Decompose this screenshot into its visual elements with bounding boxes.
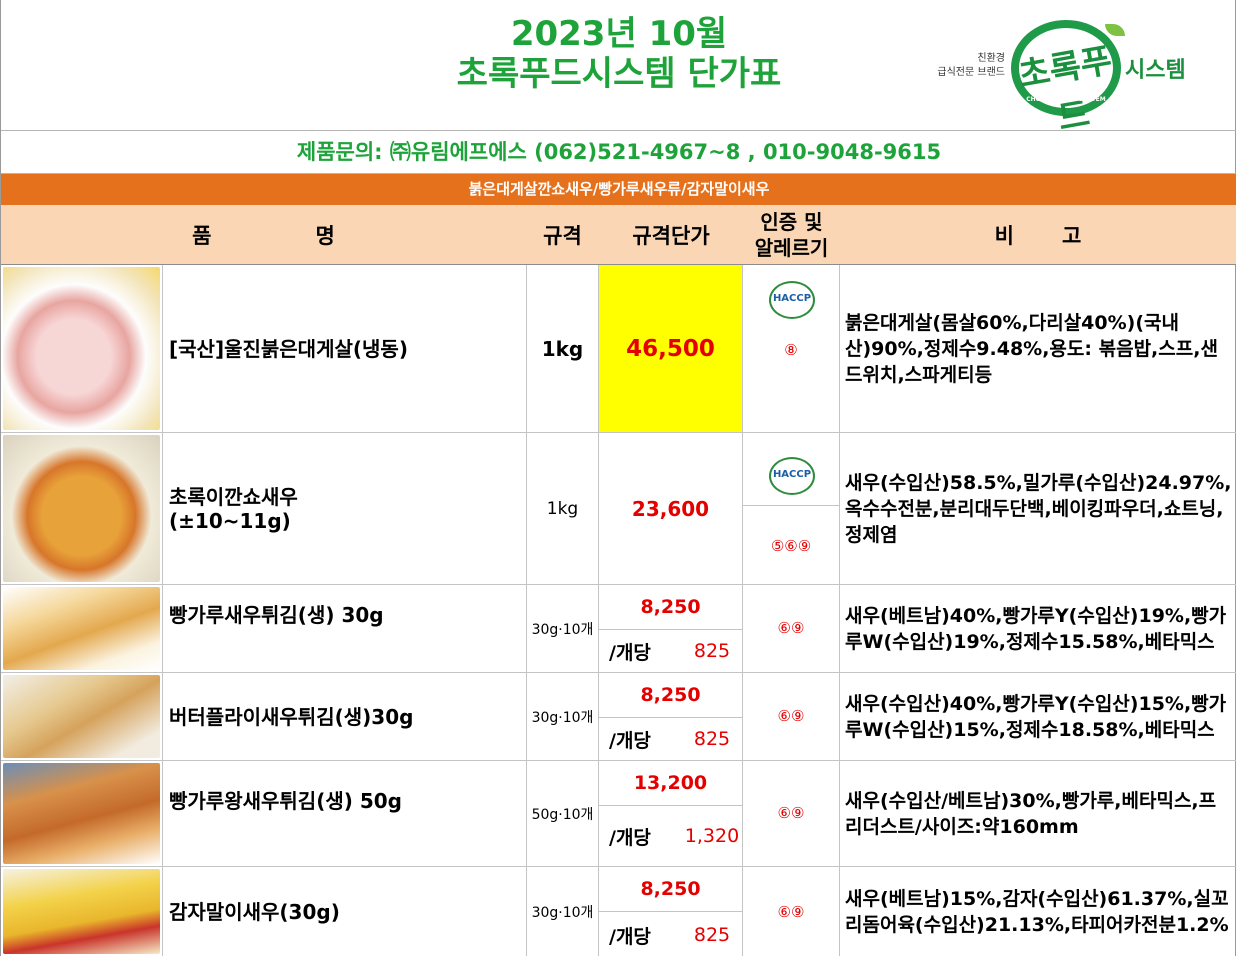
product-photo-fried-shrimp (3, 587, 160, 670)
product-name: 빵가루새우튀김(생) 30g (163, 585, 527, 672)
cert-cell: HACCP ⑤⑥⑨ (743, 433, 840, 584)
column-header-cert: 인증 및 알레르기 (743, 205, 840, 264)
product-spec: 1kg (527, 265, 599, 432)
per-unit-label: /개당 (609, 729, 651, 752)
price-cell: 8,250 /개당 825 (599, 867, 743, 956)
category-banner: 붉은대게살깐쇼새우/빵가루새우류/감자말이새우 (1, 174, 1236, 205)
product-spec: 1kg (527, 433, 599, 584)
product-image-cell (1, 265, 163, 432)
table-row: 빵가루새우튀김(생) 30g 30g·10개 8,250 /개당 825 ⑥⑨ … (1, 585, 1236, 673)
product-image-cell (1, 761, 163, 866)
product-photo-shrimp (3, 435, 160, 582)
price-cell: 8,250 /개당 825 (599, 585, 743, 672)
table-row: 감자말이새우(30g) 30g·10개 8,250 /개당 825 ⑥⑨ 새우(… (1, 867, 1236, 956)
cert-cell: ⑥⑨ (743, 867, 840, 956)
table-row: [국산]울진붉은대게살(냉동) 1kg 46,500 HACCP ⑧ 붉은대게살… (1, 265, 1236, 433)
product-spec: 30g·10개 (527, 585, 599, 672)
allergen-codes: ⑥⑨ (777, 903, 805, 921)
column-header-note-b: 고 (1062, 223, 1082, 248)
logo-caption: 친환경 급식전문 브랜드 (929, 52, 1005, 80)
product-image-cell (1, 433, 163, 584)
contact-info: 제품문의: ㈜유림에프에스 (062)521-4967~8 , 010-9048… (1, 131, 1236, 174)
product-spec: 50g·10개 (527, 761, 599, 866)
product-price: 8,250 (599, 673, 742, 718)
table-row: 빵가루왕새우튀김(생) 50g 50g·10개 13,200 /개당 1,320… (1, 761, 1236, 867)
brand-logo: 친환경 급식전문 브랜드 초록푸드 CHOROK FOOD SYSTEM 시스템 (929, 14, 1199, 139)
column-header-name-a: 품 (192, 223, 212, 248)
cert-divider (743, 505, 839, 506)
product-note: 붉은대게살(몸살60%,다리살40%)(국내산)90%,정제수9.48%,용도:… (845, 311, 1218, 386)
product-name: 감자말이새우(30g) (163, 867, 527, 956)
product-photo-potato-shrimp (3, 869, 160, 954)
logo-caption-line1: 친환경 (977, 53, 1005, 64)
unit-price: 825 (693, 640, 731, 662)
price-cell: 23,600 (599, 433, 743, 584)
column-header-cert-line2: 알레르기 (754, 235, 829, 260)
table-header: 품 명 규격 규격단가 인증 및 알레르기 비 고 (1, 205, 1236, 265)
column-header-name-b: 명 (315, 223, 335, 248)
title-area: 2023년 10월 초록푸드시스템 단가표 친환경 급식전문 브랜드 초록푸드 … (1, 0, 1236, 139)
haccp-icon: HACCP (769, 281, 815, 319)
product-name: 버터플라이새우튀김(생)30g (163, 673, 527, 760)
product-price: 46,500 (626, 335, 715, 362)
unit-price: 1,320 (684, 825, 740, 847)
product-name: [국산]울진붉은대게살(냉동) (163, 265, 527, 432)
column-header-cert-line1: 인증 및 (760, 209, 823, 234)
product-name: 빵가루왕새우튀김(생) 50g (163, 761, 527, 866)
price-sheet: 2023년 10월 초록푸드시스템 단가표 친환경 급식전문 브랜드 초록푸드 … (0, 0, 1236, 956)
unit-price: 825 (693, 728, 731, 750)
price-cell: 8,250 /개당 825 (599, 673, 743, 760)
haccp-label: HACCP (772, 293, 812, 304)
column-header-name: 품 명 (1, 205, 526, 264)
product-note: 새우(수입산)40%,빵가루Y(수입산)15%,빵가루W(수입산)15%,정제수… (845, 692, 1227, 741)
allergen-codes: ⑥⑨ (777, 619, 805, 637)
product-spec: 30g·10개 (527, 673, 599, 760)
cert-cell: ⑥⑨ (743, 673, 840, 760)
product-spec: 30g·10개 (527, 867, 599, 956)
allergen-codes: ⑥⑨ (777, 707, 805, 725)
product-photo-king-shrimp (3, 763, 160, 864)
product-price: 8,250 (599, 867, 742, 912)
logo-text: 시스템 (1125, 58, 1186, 83)
allergen-codes: ⑤⑥⑨ (770, 537, 812, 555)
per-unit-label: /개당 (609, 925, 651, 948)
per-unit-label: /개당 (609, 641, 651, 664)
product-photo-crab (3, 267, 160, 430)
table-row: 버터플라이새우튀김(생)30g 30g·10개 8,250 /개당 825 ⑥⑨… (1, 673, 1236, 761)
column-header-spec: 규격 (543, 223, 582, 248)
product-price: 8,250 (599, 585, 742, 630)
cert-cell: ⑥⑨ (743, 585, 840, 672)
product-note: 새우(베트남)15%,감자(수입산)61.37%,실꼬리돔어육(수입산)21.1… (845, 887, 1229, 936)
product-image-cell (1, 673, 163, 760)
product-photo-butterfly-shrimp (3, 675, 160, 758)
product-note: 새우(수입산)58.5%,밀가루(수입산)24.97%,옥수수전분,분리대두단백… (845, 471, 1232, 546)
column-header-note-a: 비 (994, 223, 1014, 248)
product-name: 초록이깐쇼새우 (±10~11g) (163, 433, 527, 584)
product-name-line1: 초록이깐쇼새우 (169, 484, 298, 509)
logo-caption-line2: 급식전문 브랜드 (937, 67, 1005, 78)
column-header-price: 규격단가 (632, 223, 710, 248)
product-image-cell (1, 867, 163, 956)
logo-ring-text: CHOROK FOOD SYSTEM (1026, 96, 1106, 103)
column-header-note: 비 고 (840, 205, 1236, 264)
cert-cell: HACCP ⑧ (743, 265, 840, 432)
per-unit-label: /개당 (609, 826, 651, 849)
product-image-cell (1, 585, 163, 672)
cert-cell: ⑥⑨ (743, 761, 840, 866)
unit-price: 825 (693, 924, 731, 946)
haccp-icon: HACCP (769, 457, 815, 495)
haccp-label: HACCP (772, 469, 812, 480)
price-cell: 46,500 (599, 265, 743, 432)
allergen-codes: ⑥⑨ (777, 804, 805, 822)
allergen-codes: ⑧ (784, 341, 798, 359)
product-price: 23,600 (631, 496, 710, 521)
product-name-line2: (±10~11g) (169, 508, 291, 533)
product-price: 13,200 (599, 761, 742, 806)
price-cell: 13,200 /개당 1,320 (599, 761, 743, 866)
product-note: 새우(수입산/베트남)30%,빵가루,베타믹스,프리더스트/사이즈:약160mm (845, 789, 1217, 838)
table-row: 초록이깐쇼새우 (±10~11g) 1kg 23,600 HACCP ⑤⑥⑨ 새… (1, 433, 1236, 585)
product-note: 새우(베트남)40%,빵가루Y(수입산)19%,빵가루W(수입산)19%,정제수… (845, 604, 1227, 653)
